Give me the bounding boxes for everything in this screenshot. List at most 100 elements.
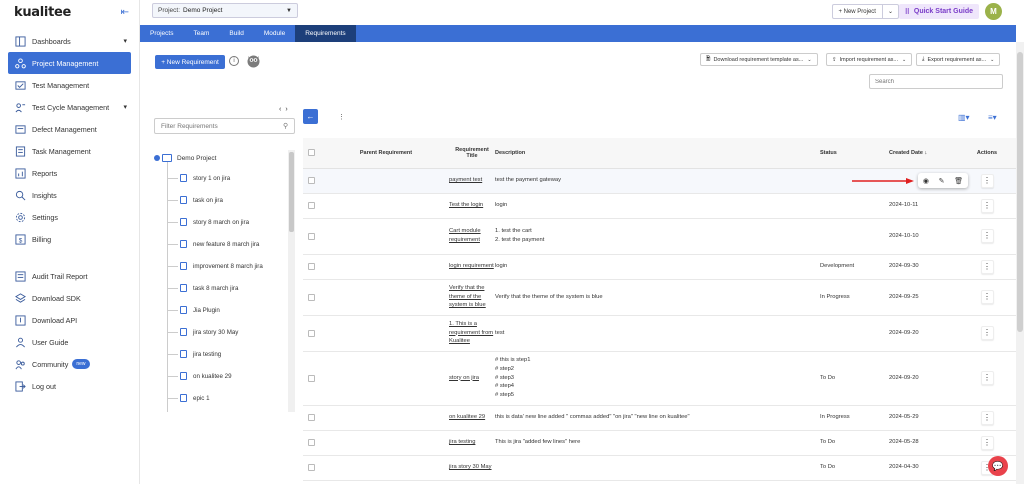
new-requirement-button[interactable]: + New Requirement <box>155 55 225 69</box>
row-kebab-menu-icon[interactable]: ⋮ <box>980 173 994 188</box>
row-checkbox[interactable] <box>308 439 315 446</box>
sidebar-item-project-management[interactable]: Project Management <box>8 52 131 74</box>
row-checkbox[interactable] <box>308 374 315 382</box>
row-kebab-menu-icon[interactable]: ⋮ <box>980 229 994 243</box>
row-checkbox[interactable] <box>308 293 315 301</box>
search-input[interactable] <box>869 74 1003 89</box>
sidebar-item-user-guide[interactable]: User Guide <box>0 331 139 353</box>
edit-pencil-icon[interactable]: ✎ <box>939 177 945 185</box>
row-kebab-menu-icon[interactable]: ⋮ <box>980 326 994 340</box>
owl-mascot-icon[interactable] <box>247 53 260 68</box>
requirement-title-link[interactable]: login requirement <box>449 263 494 269</box>
table-row[interactable]: 1. This is a requirement from Kualitee te… <box>303 315 1017 352</box>
column-header[interactable]: Actions <box>957 138 1017 169</box>
table-row[interactable]: Verify that the theme of the system is b… <box>303 279 1017 316</box>
row-checkbox[interactable] <box>308 232 315 240</box>
table-row[interactable]: login requirement login Development 2024-09… <box>303 254 1017 280</box>
row-checkbox[interactable] <box>308 202 315 209</box>
tree-item[interactable]: jira story 30 May <box>168 326 238 338</box>
requirement-title-link[interactable]: Cart module requirement <box>449 228 481 243</box>
avatar[interactable]: M <box>985 3 1002 20</box>
column-header[interactable]: Status <box>820 138 889 169</box>
expand-dot-icon[interactable] <box>154 155 160 161</box>
sidebar-item-settings[interactable]: Settings <box>0 206 139 228</box>
tree-item[interactable]: story 1 on jira <box>168 172 230 184</box>
tab-team[interactable]: Team <box>183 25 219 42</box>
sidebar-item-community[interactable]: Community new <box>0 353 139 375</box>
sidebar-item-reports[interactable]: Reports <box>0 162 139 184</box>
column-header[interactable]: Created Date ↓ <box>889 138 957 169</box>
chevron-down-icon[interactable]: ▾ <box>123 103 127 111</box>
column-header[interactable]: Parent Requirement <box>323 138 449 169</box>
tree-root[interactable]: Demo Project <box>154 154 216 162</box>
column-header[interactable]: Description <box>495 138 820 169</box>
requirement-title-link[interactable]: Test the login <box>449 202 483 208</box>
chevron-down-icon[interactable]: ⌄ <box>881 4 893 19</box>
sidebar-item-audit-trail-report[interactable]: Audit Trail Report <box>0 265 139 287</box>
columns-icon[interactable]: ▥▾ <box>958 113 970 122</box>
tab-projects[interactable]: Projects <box>140 25 183 42</box>
sidebar-item-test-management[interactable]: Test Management <box>0 74 139 96</box>
sidebar-item-task-management[interactable]: Task Management <box>0 140 139 162</box>
page-scrollbar[interactable] <box>1016 42 1024 484</box>
tree-item[interactable]: task 8 march jira <box>168 282 238 294</box>
tree-item[interactable]: Jia Plugin <box>168 304 220 316</box>
import-requirement-button[interactable]: ⇪ Import requirement as... ⌄ <box>826 53 913 66</box>
tree-scrollbar[interactable] <box>288 150 295 412</box>
column-header[interactable]: Requirement Title <box>449 138 495 169</box>
row-checkbox[interactable] <box>308 464 315 471</box>
export-requirement-button[interactable]: ⤓ Export requirement as... ⌄ <box>916 53 1001 66</box>
quick-start-button[interactable]: ⠿ Quick Start Guide <box>898 4 979 19</box>
tree-nav-arrows[interactable]: ‹› <box>279 106 292 113</box>
view-eye-icon[interactable]: ◉ <box>923 177 929 185</box>
row-checkbox[interactable] <box>308 329 315 337</box>
row-checkbox[interactable] <box>308 263 315 270</box>
delete-trash-icon[interactable]: 🗑 <box>954 177 963 185</box>
row-kebab-menu-icon[interactable]: ⋮ <box>980 290 994 304</box>
tree-item[interactable]: on kualitee 29 <box>168 370 232 382</box>
table-row[interactable]: on kualitee 29 this is data' new line add… <box>303 405 1017 431</box>
requirement-title-link[interactable]: payment test <box>449 177 482 183</box>
requirement-title-link[interactable]: 1. This is a requirement from Kualitee <box>449 321 493 344</box>
filter-requirements-input[interactable] <box>154 118 295 134</box>
new-project-button[interactable]: + New Project ⌄ <box>832 4 899 19</box>
filter-icon[interactable]: ≡▾ <box>988 113 997 122</box>
table-row[interactable]: Cart module requirement 1. test the cart … <box>303 218 1017 255</box>
collapse-sidebar-icon[interactable]: ⇤ <box>121 7 129 18</box>
sidebar-item-defect-management[interactable]: Defect Management <box>0 118 139 140</box>
requirement-title-link[interactable]: story on jira <box>449 375 479 381</box>
info-icon[interactable]: i <box>229 56 239 66</box>
sidebar-item-dashboards[interactable]: Dashboards ▾ <box>0 30 139 52</box>
select-all-checkbox[interactable] <box>308 149 315 157</box>
requirement-title-link[interactable]: on kualitee 29 <box>449 414 485 420</box>
row-checkbox[interactable] <box>308 414 315 421</box>
tree-item[interactable]: story 8 march on jira <box>168 216 249 228</box>
tab-module[interactable]: Module <box>254 25 295 42</box>
kualitee-logo[interactable]: kualitee <box>14 5 71 20</box>
sidebar-item-download-sdk[interactable]: Download SDK <box>0 287 139 309</box>
requirement-title-link[interactable]: jira story 30 May <box>449 464 492 470</box>
chat-support-icon[interactable]: 💬 <box>988 456 1008 476</box>
project-select[interactable]: Project: Demo Project ▼ <box>152 3 298 18</box>
back-arrow-button[interactable]: ← <box>303 109 318 124</box>
download-template-button[interactable]: 🗎 Download requirement template as... ⌄ <box>700 53 818 66</box>
table-row[interactable]: jira story 30 May To Do 2024-04-30 ⋮ <box>303 455 1017 481</box>
sidebar-item-billing[interactable]: $ Billing <box>0 228 139 250</box>
sidebar-item-insights[interactable]: Insights <box>0 184 139 206</box>
row-checkbox[interactable] <box>308 177 315 184</box>
sidebar-item-test-cycle-management[interactable]: Test Cycle Management ▾ <box>0 96 139 118</box>
tree-item[interactable]: jira testing <box>168 348 221 360</box>
chevron-down-icon[interactable]: ▾ <box>123 37 127 45</box>
row-kebab-menu-icon[interactable]: ⋮ <box>980 198 994 213</box>
tab-requirements[interactable]: Requirements <box>295 25 356 42</box>
row-kebab-menu-icon[interactable]: ⋮ <box>980 259 994 274</box>
table-row[interactable]: story on jira # this is step1 # step2 # s… <box>303 351 1017 406</box>
tree-item[interactable]: task on jira <box>168 194 223 206</box>
more-options-icon[interactable]: ⋮ <box>338 113 345 121</box>
table-row[interactable]: Test the login login 2024-10-11 ⋮ <box>303 193 1017 219</box>
tree-item[interactable]: improvement 8 march jira <box>168 260 263 272</box>
row-kebab-menu-icon[interactable]: ⋮ <box>980 435 994 450</box>
row-kebab-menu-icon[interactable]: ⋮ <box>980 371 994 385</box>
table-row[interactable]: jira testing This is jira "added few line… <box>303 430 1017 456</box>
sidebar-item-log-out[interactable]: Log out <box>0 375 139 397</box>
